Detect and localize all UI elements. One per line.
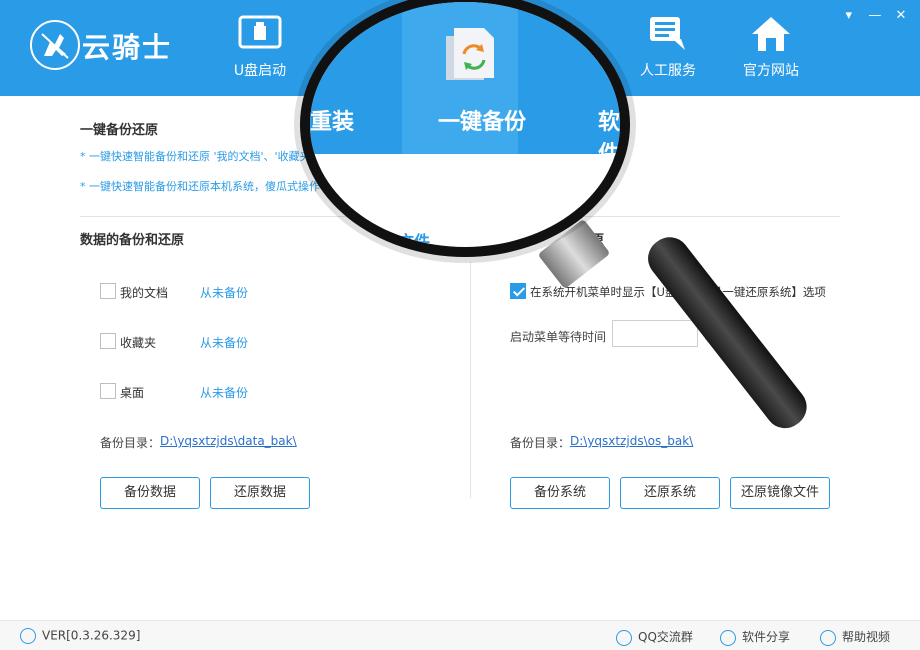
close-icon[interactable]: ✕ <box>890 8 912 23</box>
desktop-status: 从未备份 <box>200 386 249 400</box>
my-documents-checkbox[interactable] <box>100 283 116 299</box>
favorites-checkbox[interactable] <box>100 333 116 349</box>
menu-dropdown-icon[interactable]: ▾ <box>838 8 860 23</box>
nav-human-service[interactable]: 人工服务 <box>628 14 708 80</box>
share-icon <box>720 629 736 646</box>
nav-usb-boot-label: U盘启动 <box>233 63 287 79</box>
menu-wait-input[interactable] <box>612 320 698 347</box>
minimize-icon[interactable]: — <box>864 8 886 23</box>
help-video-link[interactable]: 帮助视频 <box>820 628 890 646</box>
nav-official-site-label: 官方网站 <box>743 63 799 79</box>
usb-drive-icon <box>238 15 282 49</box>
data-dir-link[interactable]: D:\yqsxtzjds\data_bak\ <box>160 434 297 448</box>
version-text: VER[0.3.26.329] <box>42 628 141 643</box>
boot-menu-option-checkbox[interactable] <box>510 283 526 299</box>
qq-group-label: QQ交流群 <box>638 630 693 644</box>
nav-official-site[interactable]: 官方网站 <box>731 14 811 80</box>
window-controls: ▾ — ✕ <box>838 8 912 23</box>
magnifier-lens: 重装 一键备份 软件 文件 <box>300 0 630 257</box>
onekey-note-2: * 一键快速智能备份和还原本机系统，傻瓜式操作 <box>80 180 320 193</box>
qq-penguin-icon <box>616 629 632 646</box>
restore-image-button[interactable]: 还原镜像文件 <box>730 477 830 509</box>
favorites-label: 收藏夹 <box>120 336 157 350</box>
knight-logo-icon <box>30 20 80 70</box>
magnified-view: 重装 一键备份 软件 文件 <box>310 2 620 247</box>
house-icon <box>752 17 790 51</box>
magnified-tab-software: 软件 <box>598 110 621 167</box>
my-documents-label: 我的文档 <box>120 286 169 300</box>
backup-system-button[interactable]: 备份系统 <box>510 477 610 509</box>
magnified-file-text: 文件 <box>398 232 431 251</box>
brand-name: 云骑士 <box>82 31 173 64</box>
nav-usb-boot[interactable]: U盘启动 <box>220 14 300 80</box>
onekey-note-1: * 一键快速智能备份和还原 '我的文档'、'收藏夹' <box>80 150 314 163</box>
backup-data-button[interactable]: 备份数据 <box>100 477 200 509</box>
software-share-link[interactable]: 软件分享 <box>720 628 790 646</box>
desktop-checkbox[interactable] <box>100 383 116 399</box>
menu-wait-label: 启动菜单等待时间 <box>510 330 607 344</box>
chat-bubble-icon <box>650 17 685 50</box>
data-dir-label: 备份目录： <box>100 436 161 450</box>
my-documents-status: 从未备份 <box>200 286 249 300</box>
favorites-status: 从未备份 <box>200 336 249 350</box>
backup-document-icon <box>446 28 494 80</box>
software-share-label: 软件分享 <box>742 630 791 644</box>
column-divider <box>470 262 471 498</box>
help-video-label: 帮助视频 <box>842 630 891 644</box>
data-backup-title: 数据的备份和还原 <box>80 233 185 248</box>
magnified-tab-reinstall: 重装 <box>310 110 355 135</box>
nav-human-service-label: 人工服务 <box>640 63 696 79</box>
desktop-label: 桌面 <box>120 386 145 400</box>
qq-group-link[interactable]: QQ交流群 <box>616 628 693 646</box>
checkmark-circle-icon <box>20 628 36 644</box>
os-dir-label: 备份目录： <box>510 436 571 450</box>
footer-bar: VER[0.3.26.329] QQ交流群 软件分享 帮助视频 <box>0 620 920 650</box>
magnified-tab-onekey-backup: 一键备份 <box>438 110 527 135</box>
restore-system-button[interactable]: 还原系统 <box>620 477 720 509</box>
os-dir-link[interactable]: D:\yqsxtzjds\os_bak\ <box>570 434 693 448</box>
question-mark-icon <box>820 629 836 646</box>
version-info: VER[0.3.26.329] <box>20 628 140 644</box>
restore-data-button[interactable]: 还原数据 <box>210 477 310 509</box>
onekey-title: 一键备份还原 <box>80 123 159 138</box>
